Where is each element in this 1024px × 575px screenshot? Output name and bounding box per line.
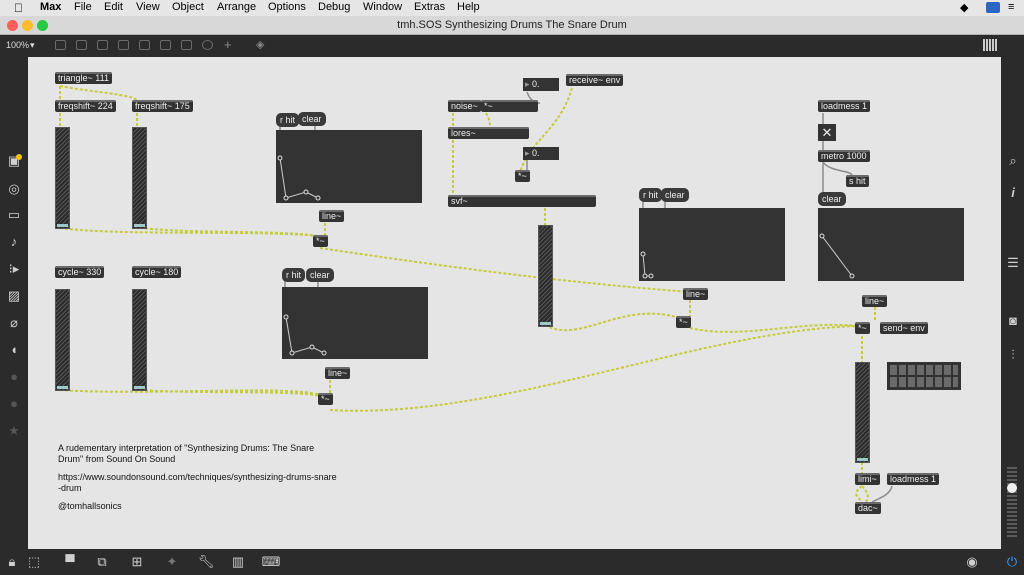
function-envelope-3[interactable]	[639, 208, 785, 281]
lores-object[interactable]: lores~	[448, 127, 529, 139]
r-hit-1-object[interactable]: r hit	[276, 113, 300, 127]
cord	[319, 247, 691, 293]
cord	[689, 323, 859, 333]
clear-1-message[interactable]: clear	[298, 112, 326, 126]
toggle-icon[interactable]: ✕	[818, 124, 836, 141]
multiply-4-object[interactable]: *~	[855, 322, 870, 334]
triangle-oscillator-object[interactable]: triangle~ 111	[55, 72, 112, 84]
multiply-3-object[interactable]: *~	[676, 316, 691, 328]
envelope-1-curve	[277, 155, 321, 201]
clear-3-message[interactable]: clear	[661, 188, 689, 202]
cycle-330-object[interactable]: cycle~ 330	[55, 266, 105, 278]
multiply-1-object[interactable]: *~	[313, 235, 328, 247]
level-meter-6[interactable]	[855, 362, 870, 463]
send-env-object[interactable]: send~ env	[880, 322, 928, 334]
freqshift-175-object[interactable]: freqshift~ 175	[132, 100, 193, 112]
freqshift-224-object[interactable]: freqshift~ 224	[55, 100, 116, 112]
loadmess-1-object[interactable]: loadmess 1	[818, 100, 871, 112]
cord	[822, 161, 853, 176]
number-box-2[interactable]: 0.	[523, 147, 559, 160]
url-comment: https://www.soundonsound.com/techniques/…	[58, 472, 337, 493]
limi-object[interactable]: limi~	[855, 473, 880, 485]
clear-4-message[interactable]: clear	[818, 192, 846, 206]
function-envelope-1[interactable]	[276, 130, 422, 203]
multiply-svf-object[interactable]: *~	[515, 170, 530, 182]
cord	[485, 112, 491, 128]
receive-env-object[interactable]: receive~ env	[566, 74, 624, 86]
cord	[855, 485, 863, 503]
level-meter-2[interactable]	[132, 127, 147, 229]
level-meter-5[interactable]	[538, 225, 553, 327]
noise-object[interactable]: noise~	[448, 100, 481, 112]
level-meter-1[interactable]	[55, 127, 70, 229]
line-3-object[interactable]: line~	[683, 288, 709, 300]
multiply-noise-object[interactable]: *~	[481, 100, 538, 112]
multiply-2-object[interactable]: *~	[318, 393, 333, 405]
cord	[59, 85, 138, 101]
cord	[871, 485, 893, 503]
dac-object[interactable]: dac~	[855, 502, 881, 514]
matrix-row-divider	[890, 375, 958, 377]
line-2-object[interactable]: line~	[325, 367, 351, 379]
envelope-2-curve	[283, 314, 327, 356]
r-hit-3-object[interactable]: r hit	[639, 188, 663, 202]
level-meter-4[interactable]	[132, 289, 147, 391]
function-envelope-4[interactable]	[818, 208, 964, 281]
send-hit-object[interactable]: s hit	[846, 175, 869, 187]
envelope-3-curve	[640, 251, 654, 279]
r-hit-2-object[interactable]: r hit	[282, 268, 306, 282]
svf-object[interactable]: svf~	[448, 195, 596, 207]
cord	[544, 312, 681, 332]
matrix-grid[interactable]	[887, 362, 961, 390]
line-4-object[interactable]: line~	[862, 295, 888, 307]
function-envelope-2[interactable]	[282, 287, 428, 359]
cord	[59, 227, 319, 237]
cycle-180-object[interactable]: cycle~ 180	[132, 266, 182, 278]
number-box-1[interactable]: 0.	[523, 78, 559, 91]
loadmess-2-object[interactable]: loadmess 1	[887, 473, 940, 485]
envelope-4-curve	[819, 233, 855, 279]
cord	[861, 485, 869, 503]
level-meter-3[interactable]	[55, 289, 70, 391]
author-comment: @tomhallsonics	[58, 501, 122, 511]
line-1-object[interactable]: line~	[319, 210, 345, 222]
metro-object[interactable]: metro 1000	[818, 150, 870, 162]
clear-2-message[interactable]: clear	[306, 268, 334, 282]
description-comment: A rudementary interpretation of "Synthes…	[58, 443, 315, 464]
